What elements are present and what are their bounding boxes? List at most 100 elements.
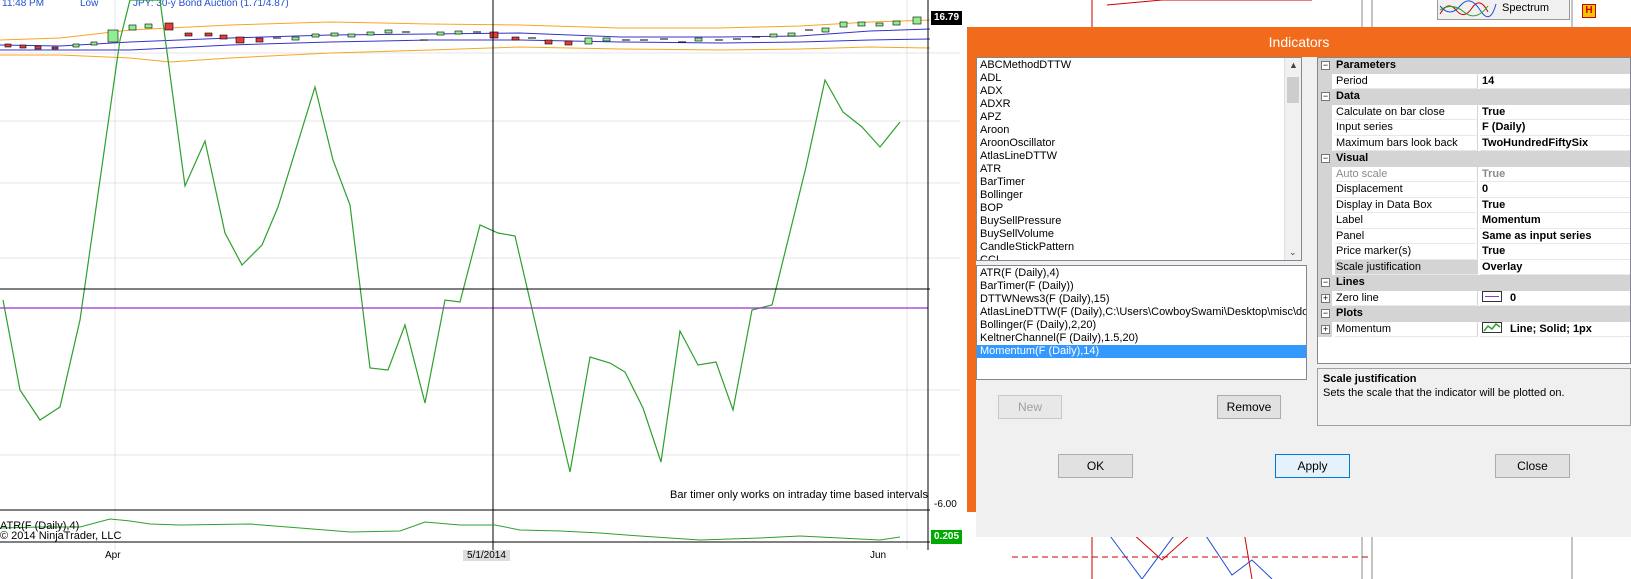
remove-button[interactable]: Remove xyxy=(1217,395,1281,419)
property-value[interactable]: F (Daily) xyxy=(1480,120,1630,136)
category-label: Lines xyxy=(1336,276,1365,288)
row-gutter xyxy=(1318,104,1332,120)
property-name: Zero line xyxy=(1335,290,1478,306)
property-row[interactable]: Label Momentum xyxy=(1318,213,1630,229)
property-row[interactable]: Panel Same as input series xyxy=(1318,228,1630,244)
line-style-swatch-icon xyxy=(1482,291,1502,303)
property-value-text: 0 xyxy=(1510,291,1517,304)
property-value[interactable]: True xyxy=(1480,244,1630,260)
property-name: Period xyxy=(1335,73,1478,89)
available-indicator-item[interactable]: CandleStickPattern xyxy=(977,241,1301,254)
scroll-up-icon[interactable]: ▲ xyxy=(1289,60,1298,70)
new-button[interactable]: New xyxy=(998,395,1062,419)
property-grid[interactable]: − Parameters Period 14− Data Calculate on bar… xyxy=(1317,57,1631,364)
available-indicator-item[interactable]: ADX xyxy=(977,85,1301,98)
applied-indicator-item[interactable]: Bollinger(F (Daily),2,20) xyxy=(977,319,1306,332)
property-row[interactable]: Display in Data Box True xyxy=(1318,197,1630,213)
indicators-dialog: Indicators ABCMethodDTTW ADL ADX ADXR APZ Aro… xyxy=(967,27,1631,537)
property-row[interactable]: Maximum bars look back TwoHundredFiftySix xyxy=(1318,135,1630,151)
keltner-upper-line xyxy=(0,19,931,41)
property-row[interactable]: Period 14 xyxy=(1318,73,1630,89)
top-time-text: 11:48 PM xyxy=(2,0,44,9)
row-gutter xyxy=(1318,244,1332,260)
available-indicator-item[interactable]: ATR xyxy=(977,163,1301,176)
applied-indicator-item[interactable]: DTTWNews3(F (Daily),15) xyxy=(977,293,1306,306)
available-indicator-item[interactable]: BuySellVolume xyxy=(977,228,1301,241)
available-indicator-item[interactable]: AroonOscillator xyxy=(977,137,1301,150)
h-badge-icon[interactable]: H xyxy=(1582,4,1596,18)
property-row[interactable]: + Zero line 0 xyxy=(1318,290,1630,306)
category-visual[interactable]: − Visual xyxy=(1318,151,1630,167)
property-row[interactable]: Auto scale True xyxy=(1318,166,1630,182)
apply-button[interactable]: Apply xyxy=(1275,454,1350,478)
property-row[interactable]: Calculate on bar close True xyxy=(1318,104,1630,120)
property-row[interactable]: + Momentum Line; Solid; 1px xyxy=(1318,321,1630,337)
collapse-icon[interactable]: − xyxy=(1321,309,1330,318)
available-indicator-item[interactable]: Aroon xyxy=(977,124,1301,137)
available-indicator-item[interactable]: BuySellPressure xyxy=(977,215,1301,228)
property-value[interactable]: 0 xyxy=(1480,182,1630,198)
price-chart[interactable]: 11:48 PM Low JPY: 30-y Bond Auction (1.7… xyxy=(0,0,963,579)
property-row[interactable]: Price marker(s) True xyxy=(1318,244,1630,260)
property-value[interactable]: Line; Solid; 1px xyxy=(1480,322,1630,337)
available-indicators-list[interactable]: ABCMethodDTTW ADL ADX ADXR APZ Aroon AroonOsci… xyxy=(976,57,1302,261)
category-plots[interactable]: − Plots xyxy=(1318,306,1630,322)
collapse-icon[interactable]: − xyxy=(1321,92,1330,101)
category-label: Visual xyxy=(1336,152,1369,164)
property-row[interactable]: Displacement 0 xyxy=(1318,182,1630,198)
spectrum-button[interactable]: Spectrum xyxy=(1437,0,1570,20)
property-value[interactable]: Overlay xyxy=(1480,260,1630,275)
collapse-icon[interactable]: − xyxy=(1321,154,1330,163)
applied-indicator-item[interactable]: AtlasLineDTTW(F (Daily),C:\Users\CowboyS… xyxy=(977,306,1306,319)
property-value[interactable]: TwoHundredFiftySix xyxy=(1480,136,1630,151)
expand-icon[interactable]: + xyxy=(1321,293,1330,303)
applied-indicator-item[interactable]: ATR(F (Daily),4) xyxy=(977,267,1306,280)
available-indicator-item[interactable]: ADXR xyxy=(977,98,1301,111)
collapse-icon[interactable]: − xyxy=(1321,278,1330,287)
atr-plot-line xyxy=(0,518,901,541)
applied-indicators-list[interactable]: ATR(F (Daily),4) BarTimer(F (Daily)) DTTWN… xyxy=(976,265,1307,380)
scroll-thumb[interactable] xyxy=(1287,77,1299,103)
available-list-scrollbar[interactable]: ▲ ⌄ xyxy=(1284,58,1301,260)
available-indicator-item[interactable]: AtlasLineDTTW xyxy=(977,150,1301,163)
property-value[interactable]: Momentum xyxy=(1480,213,1630,229)
available-indicator-item[interactable]: ADL xyxy=(977,72,1301,85)
property-value-text: Line; Solid; 1px xyxy=(1510,322,1592,335)
applied-indicator-item[interactable]: KeltnerChannel(F (Daily),1.5,20) xyxy=(977,332,1306,345)
property-name: Input series xyxy=(1335,120,1478,136)
property-value[interactable]: 0 xyxy=(1480,291,1630,306)
available-indicator-item[interactable]: APZ xyxy=(977,111,1301,124)
property-value[interactable]: True xyxy=(1480,198,1630,213)
price-marker-top: 16.79 xyxy=(931,11,963,25)
property-row[interactable]: Input series F (Daily) xyxy=(1318,120,1630,136)
applied-indicator-item[interactable]: BarTimer(F (Daily)) xyxy=(977,280,1306,293)
property-value[interactable]: True xyxy=(1480,105,1630,120)
available-indicators-items: ABCMethodDTTW ADL ADX ADXR APZ Aroon AroonOsci… xyxy=(977,58,1301,260)
property-value[interactable]: Same as input series xyxy=(1480,229,1630,244)
description-title: Scale justification xyxy=(1323,373,1417,385)
property-name: Auto scale xyxy=(1335,166,1478,182)
available-indicator-item[interactable]: BOP xyxy=(977,202,1301,215)
ninjatrader-window: 11:48 PM Low JPY: 30-y Bond Auction (1.7… xyxy=(0,0,1631,579)
category-lines[interactable]: − Lines xyxy=(1318,275,1630,291)
price-marker-atr: 0.205 xyxy=(931,530,963,544)
category-data[interactable]: − Data xyxy=(1318,89,1630,105)
property-value[interactable]: True xyxy=(1480,167,1630,182)
available-indicator-item[interactable]: Bollinger xyxy=(977,189,1301,202)
close-button[interactable]: Close xyxy=(1495,454,1570,478)
available-indicator-item[interactable]: ABCMethodDTTW xyxy=(977,59,1301,72)
expand-icon[interactable]: + xyxy=(1321,324,1330,334)
row-gutter xyxy=(1318,166,1332,182)
row-gutter xyxy=(1318,197,1332,213)
property-row[interactable]: Scale justification Overlay xyxy=(1318,259,1630,275)
spectrum-icon xyxy=(1439,0,1497,18)
ok-button[interactable]: OK xyxy=(1058,454,1133,478)
available-indicator-item[interactable]: CCI xyxy=(977,254,1301,260)
collapse-icon[interactable]: − xyxy=(1321,61,1330,70)
property-value[interactable]: 14 xyxy=(1480,74,1630,89)
scroll-down-icon[interactable]: ⌄ xyxy=(1289,247,1297,258)
available-indicator-item[interactable]: BarTimer xyxy=(977,176,1301,189)
applied-indicator-item[interactable]: Momentum(F (Daily),14) xyxy=(977,345,1306,358)
category-parameters[interactable]: − Parameters xyxy=(1318,58,1630,74)
keltner-mid-line xyxy=(0,28,931,47)
